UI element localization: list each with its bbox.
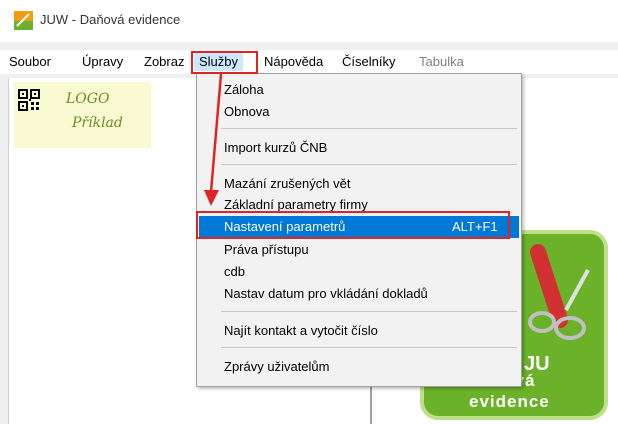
- menu-item-label: Obnova: [224, 104, 270, 119]
- menu-separator: [221, 311, 517, 312]
- menu-item-mazani[interactable]: Mazání zrušených vět: [199, 173, 519, 195]
- menu-soubor[interactable]: Soubor: [9, 54, 51, 69]
- menu-item-cdb[interactable]: cdb: [199, 261, 519, 283]
- menu-item-obnova[interactable]: Obnova: [199, 101, 519, 123]
- menu-item-label: Mazání zrušených vět: [224, 176, 351, 191]
- menu-item-zpravy[interactable]: Zprávy uživatelům: [199, 356, 519, 378]
- menu-item-label: Záloha: [224, 82, 264, 97]
- menu-separator: [221, 128, 517, 129]
- item-highlight-box: [196, 211, 510, 239]
- menu-item-nastav-datum[interactable]: Nastav datum pro vkládání dokladů: [199, 283, 519, 305]
- menu-separator: [221, 347, 517, 348]
- menu-item-zaloha[interactable]: Záloha: [199, 79, 519, 101]
- window-title: JUW - Daňová evidence: [40, 12, 181, 27]
- menu-napoveda[interactable]: Nápověda: [264, 54, 323, 69]
- logo-text-line1: LOGO: [66, 91, 110, 107]
- menu-item-label: cdb: [224, 264, 245, 279]
- menu-ciselniky[interactable]: Číselníky: [342, 54, 395, 69]
- menu-tabulka[interactable]: Tabulka: [419, 54, 464, 69]
- application-window: JUW - Daňová evidence Soubor Úpravy Zobr…: [0, 0, 618, 424]
- menu-item-label: Zprávy uživatelům: [224, 359, 330, 374]
- menu-item-label: Základní parametry firmy: [224, 197, 368, 212]
- menu-item-label: Import kurzů ČNB: [224, 140, 328, 155]
- menu-item-najit-kontakt[interactable]: Najít kontakt a vytočit číslo: [199, 320, 519, 342]
- menu-zobraz[interactable]: Zobraz: [144, 54, 184, 69]
- menu-item-label: Práva přístupu: [224, 242, 309, 257]
- qr-code-icon: [18, 89, 40, 111]
- title-bar: JUW - Daňová evidence: [0, 0, 618, 42]
- menu-item-prava-pristupu[interactable]: Práva přístupu: [199, 239, 519, 261]
- menu-item-label: Nastav datum pro vkládání dokladů: [224, 286, 428, 301]
- menu-item-label: Najít kontakt a vytočit číslo: [224, 323, 378, 338]
- menu-upravy[interactable]: Úpravy: [82, 54, 123, 69]
- badge-caption: evidence: [469, 392, 550, 411]
- menu-bar: Soubor Úpravy Zobraz Služby Nápověda Čís…: [0, 50, 618, 74]
- menu-separator: [221, 164, 517, 165]
- menu-highlight-box: [191, 51, 258, 74]
- logo-text-line2: Příklad: [72, 115, 123, 131]
- app-icon: [14, 11, 33, 30]
- menu-item-import-kurzu[interactable]: Import kurzů ČNB: [199, 137, 519, 159]
